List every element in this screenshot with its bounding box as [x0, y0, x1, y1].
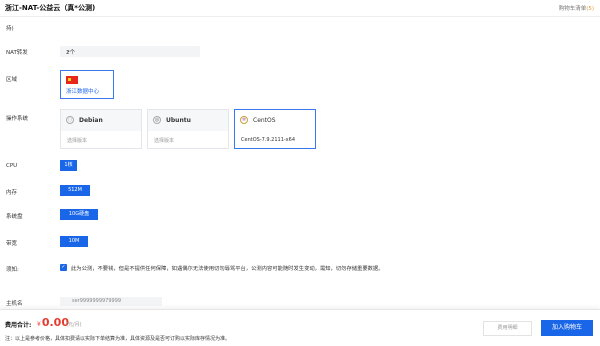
debian-icon: ◌: [66, 116, 74, 124]
nat-label: NAT转发: [6, 50, 28, 56]
disk-option-selected[interactable]: 10G硬盘: [60, 209, 98, 220]
terms-checkbox[interactable]: ✓: [60, 264, 67, 271]
partial-label: 持): [6, 26, 14, 32]
region-label: 区域: [6, 77, 18, 83]
os-name: Ubuntu: [166, 117, 191, 124]
fee-label: 费用合计:: [5, 322, 32, 329]
hostname-label: 主机名: [6, 301, 23, 307]
price-note: 注：以上是参考价格，具体扣费请以实际下单结算为准，具体资源及是否可订购以实际库存…: [5, 336, 231, 342]
fee-detail-button[interactable]: 费用明细: [483, 321, 532, 336]
footer-bar: 费用合计: ¥0.00 (元/月) 注：以上是参考价格，具体扣费请以实际下单结算…: [0, 309, 600, 346]
fee-value: 0.00: [41, 316, 69, 329]
os-option-centos[interactable]: ✲ CentOS CentOS-7.9.2111-x64: [234, 109, 316, 149]
region-name: 浙江数据中心: [66, 89, 100, 95]
page-title: 浙江-NAT-公益云（真*公测): [5, 4, 96, 12]
os-name: CentOS: [253, 117, 276, 124]
cpu-label: CPU: [6, 163, 18, 169]
os-version-select[interactable]: 选择版本: [154, 137, 174, 144]
cpu-option-selected[interactable]: 1核: [60, 160, 77, 171]
os-version-select[interactable]: CentOS-7.9.2111-x64: [241, 137, 295, 143]
fee-unit: (元/月): [66, 322, 82, 328]
currency-symbol: ¥: [37, 321, 41, 328]
hostname-input[interactable]: ser9999999979999: [60, 297, 162, 306]
nat-select[interactable]: 2个 ⌄: [60, 46, 200, 57]
os-option-ubuntu[interactable]: ◎ Ubuntu 选择版本: [147, 109, 229, 149]
cart-list-label: 购物车清单: [558, 6, 587, 12]
cart-list-link[interactable]: 购物车清单(5): [559, 4, 594, 12]
hostname-value: ser9999999979999: [72, 298, 122, 304]
memory-label: 内存: [6, 190, 18, 196]
os-label: 操作系统: [6, 116, 29, 122]
os-name: Debian: [79, 117, 103, 124]
terms-text: 此为公测，不要钱，但是不提供任何保障，如遇偶尔无法使用切勿辱骂平台，公测内容可能…: [71, 266, 384, 272]
fee-amount: ¥0.00: [37, 316, 69, 329]
os-option-debian[interactable]: ◌ Debian 选择版本: [60, 109, 142, 149]
memory-option-selected[interactable]: 512M: [60, 185, 90, 196]
terms-label: 须知:: [6, 267, 19, 273]
bandwidth-option-selected[interactable]: 10M: [60, 236, 88, 247]
centos-icon: ✲: [240, 116, 248, 124]
cart-count: (5): [586, 6, 594, 12]
region-option-zhejiang[interactable]: 浙江数据中心: [60, 70, 114, 99]
disk-label: 系统盘: [6, 214, 23, 220]
ubuntu-icon: ◎: [153, 116, 161, 124]
china-flag-icon: [66, 76, 78, 84]
top-bar: 浙江-NAT-公益云（真*公测) 购物车清单(5): [0, 0, 600, 17]
bandwidth-label: 带宽: [6, 241, 18, 247]
chevron-down-icon: ⌄: [66, 48, 71, 54]
os-version-select[interactable]: 选择版本: [67, 137, 87, 144]
add-to-cart-button[interactable]: 加入购物车: [541, 320, 593, 336]
